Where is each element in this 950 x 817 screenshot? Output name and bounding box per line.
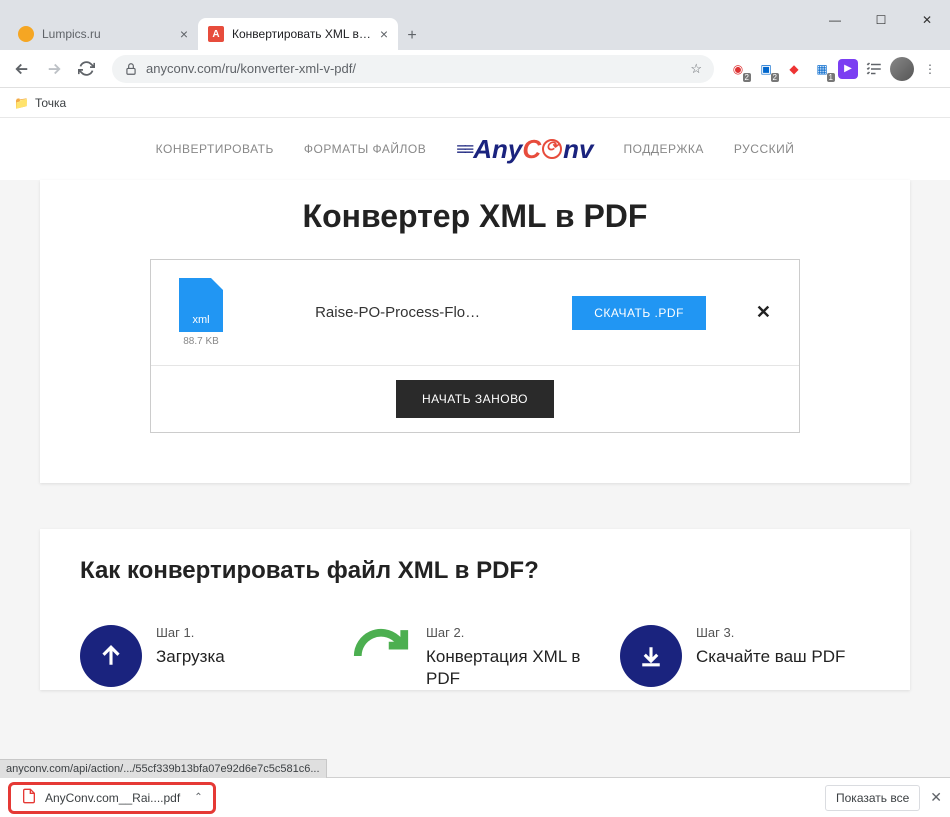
step-2: Шаг 2. Конвертация XML в PDF xyxy=(350,625,600,690)
remove-file-button[interactable]: ✕ xyxy=(756,302,771,323)
tab-anyconv[interactable]: A Конвертировать XML в PDF онл × xyxy=(198,18,398,50)
bookmark-item[interactable]: Точка xyxy=(35,96,66,110)
close-icon[interactable]: × xyxy=(180,26,188,42)
nav-language[interactable]: РУССКИЙ xyxy=(734,142,794,156)
convert-box: xml 88.7 KB Raise-PO-Process-Flo… СКАЧАТ… xyxy=(150,259,800,433)
file-name: Raise-PO-Process-Flo… xyxy=(223,304,572,321)
close-icon[interactable]: × xyxy=(380,26,388,42)
bookmarks-bar: 📁 Точка xyxy=(0,88,950,118)
step-title: Загрузка xyxy=(156,646,225,668)
pdf-icon xyxy=(21,788,37,807)
download-filename: AnyConv.com__Rai....pdf xyxy=(45,791,180,805)
step-3: Шаг 3. Скачайте ваш PDF xyxy=(620,625,870,690)
page-title: Конвертер XML в PDF xyxy=(60,198,890,235)
extension-icon[interactable]: ◉2 xyxy=(726,57,750,81)
minimize-button[interactable]: ― xyxy=(812,4,858,36)
star-icon[interactable]: ☆ xyxy=(690,61,702,77)
file-icon: xml xyxy=(179,278,223,332)
profile-avatar[interactable] xyxy=(890,57,914,81)
browser-toolbar: anyconv.com/ru/konverter-xml-v-pdf/ ☆ ◉2… xyxy=(0,50,950,88)
status-bar-url: anyconv.com/api/action/.../55cf339b13bfa… xyxy=(0,759,327,778)
tab-strip: Lumpics.ru × A Конвертировать XML в PDF … xyxy=(0,14,950,50)
howto-section: Как конвертировать файл XML в PDF? Шаг 1… xyxy=(40,529,910,690)
menu-icon[interactable]: ⋮ xyxy=(918,57,942,81)
download-icon xyxy=(620,625,682,687)
howto-title: Как конвертировать файл XML в PDF? xyxy=(80,557,870,585)
step-num: Шаг 2. xyxy=(426,625,600,640)
nav-support[interactable]: ПОДДЕРЖКА xyxy=(624,142,704,156)
step-num: Шаг 3. xyxy=(696,625,845,640)
file-size: 88.7 KB xyxy=(179,336,223,347)
step-title: Скачайте ваш PDF xyxy=(696,646,845,668)
site-logo[interactable]: ≡≡AnyCnv xyxy=(456,134,593,165)
step-title: Конвертация XML в PDF xyxy=(426,646,600,690)
address-bar[interactable]: anyconv.com/ru/konverter-xml-v-pdf/ ☆ xyxy=(112,55,714,83)
favicon-anyconv: A xyxy=(208,26,224,42)
download-item[interactable]: AnyConv.com__Rai....pdf ⌃ xyxy=(8,782,216,814)
nav-formats[interactable]: ФОРМАТЫ ФАЙЛОВ xyxy=(304,142,426,156)
convert-icon xyxy=(350,625,412,687)
new-tab-button[interactable]: + xyxy=(398,22,426,50)
nav-convert[interactable]: КОНВЕРТИРОВАТЬ xyxy=(156,142,274,156)
show-all-downloads[interactable]: Показать все xyxy=(825,785,920,811)
lock-icon xyxy=(124,62,138,76)
close-window-button[interactable]: ✕ xyxy=(904,4,950,36)
extension-icon[interactable]: ▶ xyxy=(838,59,858,79)
close-shelf-button[interactable]: ✕ xyxy=(930,789,942,806)
reload-button[interactable] xyxy=(72,55,100,83)
tab-lumpics[interactable]: Lumpics.ru × xyxy=(8,18,198,50)
tab-title: Lumpics.ru xyxy=(42,27,172,41)
step-1: Шаг 1. Загрузка xyxy=(80,625,330,690)
upload-icon xyxy=(80,625,142,687)
back-button[interactable] xyxy=(8,55,36,83)
extension-icon[interactable]: ◆ xyxy=(782,57,806,81)
restart-button[interactable]: НАЧАТЬ ЗАНОВО xyxy=(396,380,554,418)
download-button[interactable]: СКАЧАТЬ .PDF xyxy=(572,296,706,330)
reading-list-icon[interactable] xyxy=(862,57,886,81)
extension-icon[interactable]: ▣2 xyxy=(754,57,778,81)
tab-title: Конвертировать XML в PDF онл xyxy=(232,27,372,41)
url-text: anyconv.com/ru/konverter-xml-v-pdf/ xyxy=(146,61,682,76)
download-shelf: AnyConv.com__Rai....pdf ⌃ Показать все ✕ xyxy=(0,777,950,817)
favicon-lumpics xyxy=(18,26,34,42)
chevron-up-icon[interactable]: ⌃ xyxy=(194,792,202,803)
forward-button xyxy=(40,55,68,83)
site-header: КОНВЕРТИРОВАТЬ ФОРМАТЫ ФАЙЛОВ ≡≡AnyCnv П… xyxy=(0,118,950,180)
folder-icon: 📁 xyxy=(14,96,29,110)
extension-icon[interactable]: ▦1 xyxy=(810,57,834,81)
maximize-button[interactable]: ☐ xyxy=(858,4,904,36)
step-num: Шаг 1. xyxy=(156,625,225,640)
